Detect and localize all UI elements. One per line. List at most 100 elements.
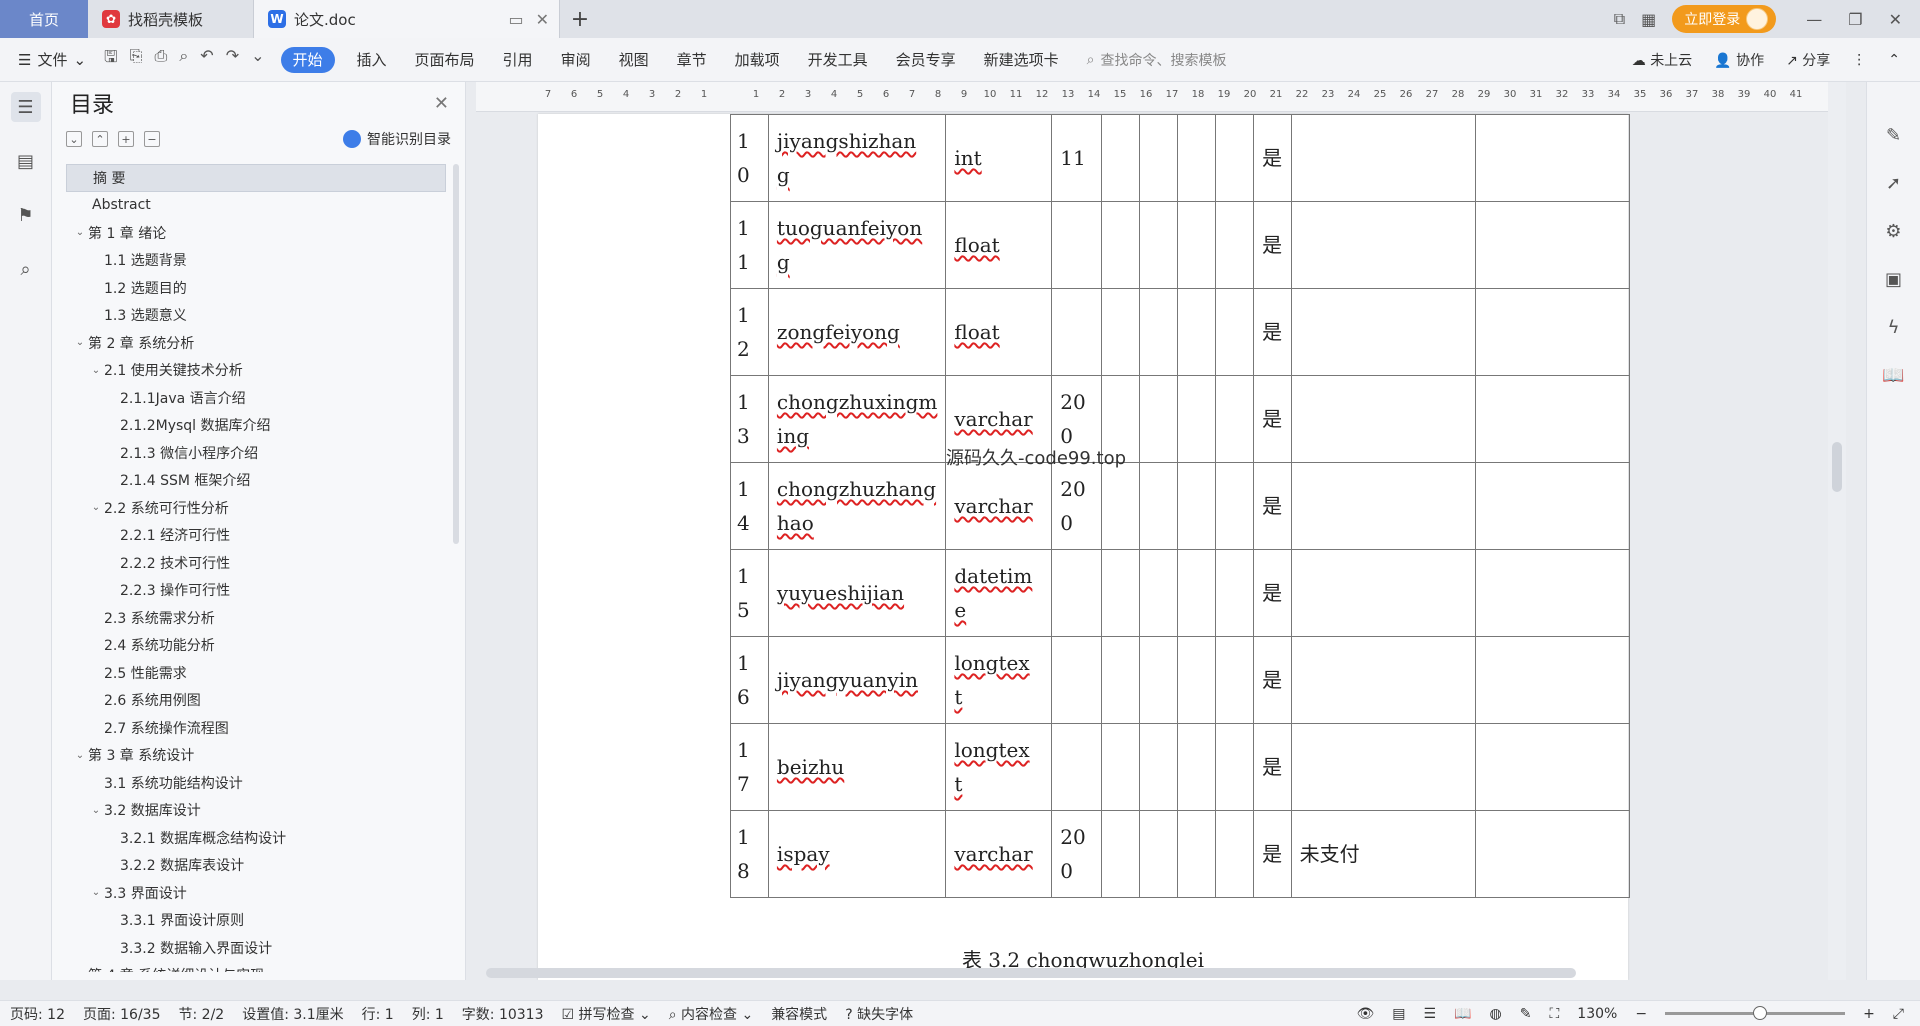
table-cell[interactable]: 是 xyxy=(1252,723,1292,811)
adjust-icon[interactable]: ⚙ xyxy=(1881,218,1907,244)
status-pages[interactable]: 页面: 16/35 xyxy=(83,1004,161,1024)
write-mode-icon[interactable]: ✎ xyxy=(1520,1006,1532,1022)
toc-item[interactable]: 3.1 系统功能结构设计 xyxy=(66,769,446,797)
table-cell[interactable] xyxy=(1176,288,1216,376)
menu-member[interactable]: 会员专享 xyxy=(882,49,970,70)
toc-item[interactable]: 1.2 选题目的 xyxy=(66,274,446,302)
table-cell[interactable]: beizhu xyxy=(767,723,947,811)
menu-section[interactable]: 章节 xyxy=(663,49,721,70)
table-cell[interactable] xyxy=(1139,201,1178,289)
table-cell[interactable] xyxy=(1474,723,1631,811)
table-cell[interactable]: 11 xyxy=(1051,114,1103,202)
status-setting[interactable]: 设置值: 3.1厘米 xyxy=(242,1004,343,1024)
cloud-status-button[interactable]: ☁ 未上云 xyxy=(1632,50,1692,70)
table-cell[interactable] xyxy=(1101,462,1141,550)
expand-all-icon[interactable]: ⌃ xyxy=(92,131,108,147)
toc-item[interactable]: ⌄ 第 2 章 系统分析 xyxy=(66,329,446,357)
toc-item[interactable]: 2.2.1 经济可行性 xyxy=(66,522,446,550)
section-nav-icon[interactable]: ▤ xyxy=(11,146,41,176)
table-cell[interactable] xyxy=(1290,636,1476,724)
more-dropdown-icon[interactable]: ⌄ xyxy=(251,46,264,73)
tab-home[interactable]: 首页 xyxy=(0,0,88,38)
table-cell[interactable]: jiyangshizhan g xyxy=(767,114,947,202)
status-section[interactable]: 节: 2/2 xyxy=(179,1004,225,1024)
web-view-icon[interactable]: ◍ xyxy=(1490,1006,1502,1022)
table-cell[interactable] xyxy=(1290,549,1476,637)
table-cell[interactable] xyxy=(1101,114,1141,202)
bookmark-icon[interactable]: ⚑ xyxy=(11,200,41,230)
share-button[interactable]: ↗ 分享 xyxy=(1786,50,1830,70)
table-cell[interactable] xyxy=(1214,114,1254,202)
table-cell[interactable] xyxy=(1139,462,1178,550)
table-cell[interactable] xyxy=(1474,810,1631,898)
table-cell[interactable] xyxy=(1139,114,1178,202)
table-cell[interactable] xyxy=(1101,723,1141,811)
print-preview-icon[interactable]: ⌕ xyxy=(179,46,188,73)
table-cell[interactable]: 20 0 xyxy=(1051,462,1103,550)
more-options-icon[interactable]: ⋮ xyxy=(1852,52,1866,68)
table-cell[interactable]: 是 xyxy=(1252,636,1292,724)
horizontal-ruler[interactable]: 7 6 5 4 3 2 1 1 2 3 4 5 6 7 8 9 10 11 12 13 14 15 16 17 18 19 20 21… xyxy=(476,82,1836,112)
smart-toc-button[interactable]: 智能识别目录 xyxy=(343,129,451,149)
menu-view[interactable]: 视图 xyxy=(605,49,663,70)
table-cell[interactable] xyxy=(1176,201,1216,289)
table-cell[interactable] xyxy=(1214,201,1254,289)
table-cell[interactable] xyxy=(1290,114,1476,202)
toc-item[interactable]: 2.1.4 SSM 框架介绍 xyxy=(66,467,446,495)
close-tab-icon[interactable]: ✕ xyxy=(536,10,549,29)
table-cell[interactable] xyxy=(1139,375,1178,463)
chevron-down-icon[interactable]: ⌄ xyxy=(88,365,104,376)
table-cell[interactable] xyxy=(1290,462,1476,550)
toc-item[interactable]: 2.6 系统用例图 xyxy=(66,687,446,715)
table-cell[interactable]: datetim e xyxy=(945,549,1053,637)
page-view-icon[interactable]: ▤ xyxy=(1392,1006,1405,1022)
spell-check-button[interactable]: ☑ 拼写检查 ⌄ xyxy=(562,1004,651,1024)
table-cell[interactable]: 1 5 xyxy=(730,549,769,637)
table-cell[interactable]: 是 xyxy=(1252,810,1292,898)
table-cell[interactable] xyxy=(1176,375,1216,463)
collapse-all-icon[interactable]: ⌄ xyxy=(66,131,82,147)
table-cell[interactable]: yuyueshijian xyxy=(767,549,947,637)
table-cell[interactable] xyxy=(1176,636,1216,724)
table-cell[interactable]: ispay xyxy=(767,810,947,898)
toc-item[interactable]: 2.2.2 技术可行性 xyxy=(66,549,446,577)
content-check-button[interactable]: ⌕ 内容检查 ⌄ xyxy=(669,1004,753,1024)
file-menu[interactable]: ☰ 文件 ⌄ xyxy=(18,49,86,70)
table-cell[interactable]: 是 xyxy=(1252,462,1292,550)
toc-item[interactable]: 1.1 选题背景 xyxy=(66,247,446,275)
table-cell[interactable] xyxy=(1290,723,1476,811)
new-tab-button[interactable]: + xyxy=(560,0,600,38)
table-cell[interactable]: longtex t xyxy=(945,636,1053,724)
table-cell[interactable]: 是 xyxy=(1252,288,1292,376)
table-cell[interactable] xyxy=(1176,114,1216,202)
chevron-down-icon[interactable]: ⌄ xyxy=(88,887,104,898)
chevron-down-icon[interactable]: ⌄ xyxy=(88,502,104,513)
toc-item[interactable]: 2.7 系统操作流程图 xyxy=(66,714,446,742)
save-icon[interactable]: 🖫 xyxy=(104,46,118,73)
table-cell[interactable]: tuoguanfeiyon g xyxy=(767,201,947,289)
table-cell[interactable]: 1 1 xyxy=(730,201,769,289)
find-icon[interactable]: ⌕ xyxy=(11,254,41,284)
table-cell[interactable] xyxy=(1176,549,1216,637)
fit-page-icon[interactable]: ⛶ xyxy=(1549,1006,1559,1022)
menu-references[interactable]: 引用 xyxy=(489,49,547,70)
table-cell[interactable] xyxy=(1101,636,1141,724)
table-cell[interactable] xyxy=(1474,462,1631,550)
compat-mode[interactable]: 兼容模式 xyxy=(771,1004,827,1024)
toc-item[interactable]: 2.1.2Mysql 数据库介绍 xyxy=(66,412,446,440)
table-cell[interactable] xyxy=(1290,375,1476,463)
table-cell[interactable]: chongzhuxingm ing xyxy=(767,375,947,463)
table-cell[interactable] xyxy=(1474,636,1631,724)
document-page[interactable]: 1 0 jiyangshizhan g int 11 是 1 1 tuoguanfeiyon… xyxy=(538,114,1631,980)
toc-item[interactable]: 2.5 性能需求 xyxy=(66,659,446,687)
table-cell[interactable] xyxy=(1139,636,1178,724)
apps-grid-icon[interactable]: ▦ xyxy=(1641,10,1656,29)
collaborate-button[interactable]: 👤 协作 xyxy=(1714,50,1764,70)
toc-item[interactable]: 2.3 系统需求分析 xyxy=(66,604,446,632)
table-cell[interactable]: 1 0 xyxy=(730,114,769,202)
table-cell[interactable] xyxy=(1139,288,1178,376)
lightning-icon[interactable]: ϟ xyxy=(1881,314,1907,340)
menu-review[interactable]: 审阅 xyxy=(547,49,605,70)
table-cell[interactable] xyxy=(1139,810,1178,898)
toc-item[interactable]: 2.1.1Java 语言介绍 xyxy=(66,384,446,412)
